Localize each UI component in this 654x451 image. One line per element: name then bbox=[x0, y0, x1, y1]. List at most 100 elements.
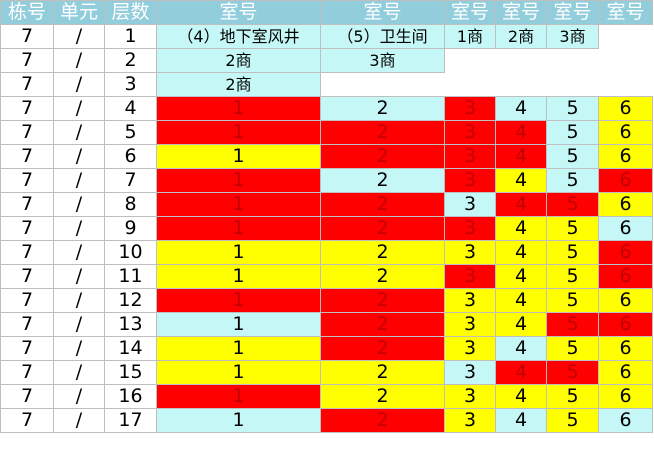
room-cell[interactable]: 2商 bbox=[156, 48, 321, 73]
room-cell[interactable]: 3 bbox=[444, 216, 496, 241]
unit-cell[interactable]: / bbox=[53, 192, 105, 217]
room-cell[interactable]: 2 bbox=[320, 288, 445, 313]
header-unit[interactable]: 单元 bbox=[53, 0, 105, 25]
room-cell[interactable]: 5 bbox=[546, 288, 599, 313]
room-cell[interactable]: 4 bbox=[495, 312, 547, 337]
building-cell[interactable]: 7 bbox=[0, 168, 54, 193]
unit-cell[interactable]: / bbox=[53, 288, 105, 313]
room-cell[interactable]: 1 bbox=[156, 408, 321, 433]
room-cell[interactable]: 6 bbox=[598, 192, 653, 217]
room-cell[interactable]: 2 bbox=[320, 264, 445, 289]
room-cell[interactable]: 4 bbox=[495, 336, 547, 361]
room-cell[interactable]: 2 bbox=[320, 312, 445, 337]
room-cell[interactable]: 6 bbox=[598, 312, 653, 337]
room-cell[interactable]: 3商 bbox=[320, 48, 445, 73]
unit-cell[interactable]: / bbox=[53, 216, 105, 241]
header-room-2[interactable]: 室号 bbox=[320, 0, 445, 25]
room-cell[interactable]: 3 bbox=[444, 288, 496, 313]
room-cell[interactable]: 4 bbox=[495, 264, 547, 289]
room-cell[interactable]: 2 bbox=[320, 144, 445, 169]
room-cell[interactable]: 6 bbox=[598, 96, 653, 121]
floor-cell[interactable]: 6 bbox=[104, 144, 157, 169]
header-room-6[interactable]: 室号 bbox=[598, 0, 653, 25]
unit-cell[interactable]: / bbox=[53, 24, 105, 49]
building-cell[interactable]: 7 bbox=[0, 336, 54, 361]
room-cell[interactable]: 5 bbox=[546, 192, 599, 217]
room-cell[interactable]: 2商 bbox=[156, 72, 321, 97]
room-cell[interactable]: 4 bbox=[495, 216, 547, 241]
room-cell[interactable]: 1 bbox=[156, 168, 321, 193]
room-cell[interactable]: 1商 bbox=[444, 24, 496, 49]
room-cell[interactable]: 2商 bbox=[495, 24, 547, 49]
header-room-3[interactable]: 室号 bbox=[444, 0, 496, 25]
header-floor[interactable]: 层数 bbox=[104, 0, 157, 25]
building-cell[interactable]: 7 bbox=[0, 96, 54, 121]
room-cell[interactable]: 4 bbox=[495, 408, 547, 433]
room-cell[interactable] bbox=[320, 72, 653, 97]
room-cell[interactable]: 2 bbox=[320, 168, 445, 193]
room-cell[interactable]: 6 bbox=[598, 384, 653, 409]
room-cell[interactable]: 6 bbox=[598, 288, 653, 313]
room-cell[interactable]: （5）卫生间 bbox=[320, 24, 445, 49]
building-cell[interactable]: 7 bbox=[0, 264, 54, 289]
room-cell[interactable]: 6 bbox=[598, 216, 653, 241]
room-cell[interactable]: 1 bbox=[156, 120, 321, 145]
floor-cell[interactable]: 5 bbox=[104, 120, 157, 145]
unit-cell[interactable]: / bbox=[53, 120, 105, 145]
unit-cell[interactable]: / bbox=[53, 336, 105, 361]
room-cell[interactable]: 3 bbox=[444, 168, 496, 193]
room-cell[interactable]: 5 bbox=[546, 264, 599, 289]
building-cell[interactable]: 7 bbox=[0, 120, 54, 145]
building-cell[interactable]: 7 bbox=[0, 24, 54, 49]
floor-cell[interactable]: 7 bbox=[104, 168, 157, 193]
header-room-5[interactable]: 室号 bbox=[546, 0, 599, 25]
room-cell[interactable]: 5 bbox=[546, 312, 599, 337]
room-cell[interactable]: 3 bbox=[444, 120, 496, 145]
room-cell[interactable] bbox=[444, 48, 653, 73]
room-cell[interactable]: 1 bbox=[156, 216, 321, 241]
unit-cell[interactable]: / bbox=[53, 168, 105, 193]
room-cell[interactable]: 3 bbox=[444, 336, 496, 361]
building-cell[interactable]: 7 bbox=[0, 408, 54, 433]
room-cell[interactable] bbox=[598, 24, 653, 49]
room-cell[interactable]: 3 bbox=[444, 384, 496, 409]
floor-cell[interactable]: 17 bbox=[104, 408, 157, 433]
header-room-1[interactable]: 室号 bbox=[156, 0, 321, 25]
room-cell[interactable]: 3 bbox=[444, 312, 496, 337]
unit-cell[interactable]: / bbox=[53, 384, 105, 409]
room-cell[interactable]: 6 bbox=[598, 408, 653, 433]
room-cell[interactable]: 5 bbox=[546, 384, 599, 409]
room-cell[interactable]: 6 bbox=[598, 360, 653, 385]
room-cell[interactable]: 3 bbox=[444, 360, 496, 385]
room-cell[interactable]: 3 bbox=[444, 264, 496, 289]
room-cell[interactable]: 2 bbox=[320, 336, 445, 361]
room-cell[interactable]: 5 bbox=[546, 144, 599, 169]
room-cell[interactable]: 5 bbox=[546, 408, 599, 433]
room-cell[interactable]: 6 bbox=[598, 336, 653, 361]
unit-cell[interactable]: / bbox=[53, 144, 105, 169]
building-cell[interactable]: 7 bbox=[0, 384, 54, 409]
building-cell[interactable]: 7 bbox=[0, 216, 54, 241]
room-cell[interactable]: 4 bbox=[495, 240, 547, 265]
floor-cell[interactable]: 3 bbox=[104, 72, 157, 97]
room-cell[interactable]: 3 bbox=[444, 96, 496, 121]
floor-cell[interactable]: 1 bbox=[104, 24, 157, 49]
building-cell[interactable]: 7 bbox=[0, 312, 54, 337]
room-cell[interactable]: 1 bbox=[156, 336, 321, 361]
floor-cell[interactable]: 8 bbox=[104, 192, 157, 217]
room-cell[interactable]: 4 bbox=[495, 144, 547, 169]
header-room-4[interactable]: 室号 bbox=[495, 0, 547, 25]
room-cell[interactable]: 3 bbox=[444, 408, 496, 433]
room-cell[interactable]: 4 bbox=[495, 96, 547, 121]
room-cell[interactable]: 4 bbox=[495, 384, 547, 409]
room-cell[interactable]: 4 bbox=[495, 288, 547, 313]
building-cell[interactable]: 7 bbox=[0, 144, 54, 169]
floor-cell[interactable]: 12 bbox=[104, 288, 157, 313]
room-cell[interactable]: 2 bbox=[320, 240, 445, 265]
room-cell[interactable]: 1 bbox=[156, 264, 321, 289]
room-cell[interactable]: 5 bbox=[546, 240, 599, 265]
room-cell[interactable]: 4 bbox=[495, 120, 547, 145]
floor-cell[interactable]: 4 bbox=[104, 96, 157, 121]
floor-cell[interactable]: 16 bbox=[104, 384, 157, 409]
room-cell[interactable]: 6 bbox=[598, 120, 653, 145]
